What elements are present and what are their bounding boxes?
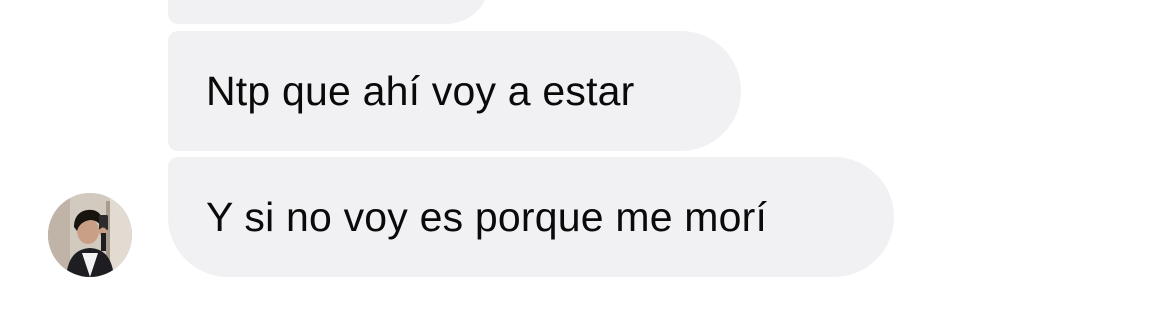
message-text: Y si no voy es porque me morí <box>206 193 768 240</box>
message-thread: Ntp que ahí voy a estar Y si no voy es p… <box>0 0 1169 317</box>
message-bubble-previous[interactable] <box>168 0 490 24</box>
contact-avatar[interactable] <box>48 193 132 277</box>
message-bubble[interactable]: Ntp que ahí voy a estar <box>168 31 741 151</box>
message-bubble[interactable]: Y si no voy es porque me morí <box>168 157 894 277</box>
message-text: Ntp que ahí voy a estar <box>206 67 635 114</box>
user-photo-avatar-icon <box>48 193 132 277</box>
